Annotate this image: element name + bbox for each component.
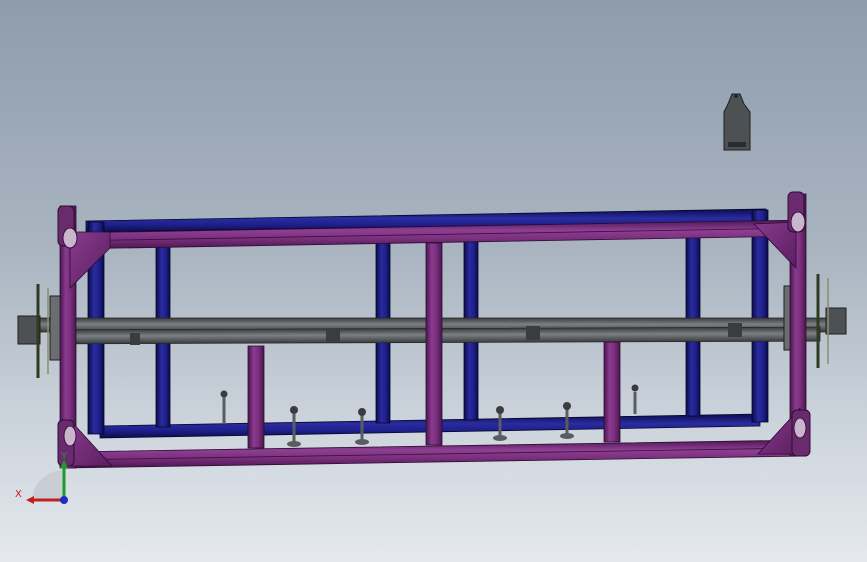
caster-top-right[interactable]: [787, 191, 806, 233]
triad-z-axis: [60, 496, 68, 504]
triad-plane: [32, 469, 64, 500]
triad-x-arrow: [26, 496, 34, 504]
cad-graphics-viewport[interactable]: Y X: [0, 0, 867, 562]
triad-x-label: X: [15, 489, 22, 500]
caster-bottom-right[interactable]: [791, 409, 811, 457]
hook[interactable]: [220, 390, 228, 425]
floating-gray-part[interactable]: [723, 93, 751, 151]
triad-y-label: Y: [60, 451, 68, 462]
cad-model-scene[interactable]: Y X: [0, 0, 867, 562]
orientation-triad: Y X: [15, 451, 68, 504]
hook[interactable]: [631, 384, 639, 415]
caster-top-left[interactable]: [57, 205, 78, 249]
left-shaft-end-assembly[interactable]: [17, 284, 63, 378]
